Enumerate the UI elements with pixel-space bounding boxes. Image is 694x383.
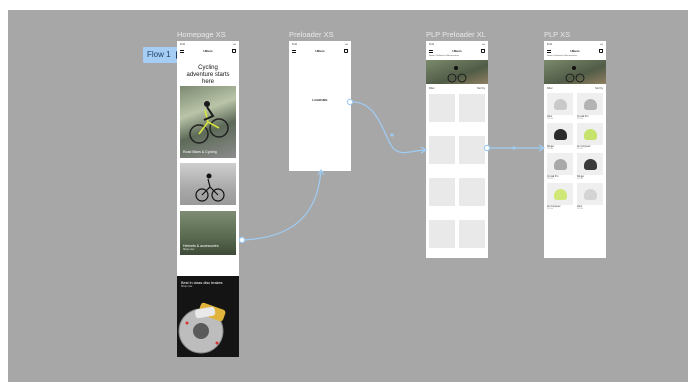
connector-preloader-to-plp-preloader[interactable] (349, 101, 427, 154)
connector-start-handle[interactable] (346, 98, 354, 106)
connector-midpoint (512, 146, 516, 150)
connector-start-handle[interactable] (238, 236, 246, 244)
connector-midpoint (390, 133, 394, 137)
design-canvas[interactable]: Flow 1 Homepage XS 9:41 ▪▪▪ Ulbers Cyclin… (8, 10, 688, 382)
connector-start-handle[interactable] (483, 144, 491, 152)
connector-homepage-to-preloader[interactable] (241, 169, 322, 241)
prototype-connectors (238, 98, 546, 244)
